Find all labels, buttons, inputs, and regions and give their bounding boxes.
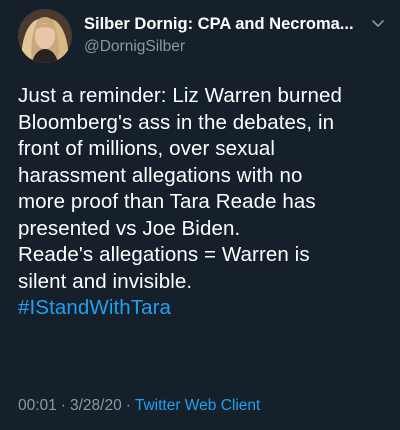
author-display-name[interactable]: Silber Dornig: CPA and Necroma... [84,14,364,34]
tweet-text-line: silent and invisible. [18,269,193,293]
author-names: Silber Dornig: CPA and Necroma... @Dorni… [84,14,364,57]
tweet-text-line: Bloomberg's ass in the debates, in [18,110,335,134]
tweet-time[interactable]: 00:01 [18,397,57,414]
chevron-down-icon[interactable] [370,17,386,29]
avatar[interactable] [18,9,72,63]
tweet-date[interactable]: 3/28/20 [70,397,122,414]
tweet-metadata: 00:01 · 3/28/20 · Twitter Web Client [18,396,260,416]
tweet-client-link[interactable]: Twitter Web Client [135,397,260,414]
tweet: Silber Dornig: CPA and Necroma... @Dorni… [0,0,400,430]
separator-dot: · [125,397,131,414]
avatar-image [18,9,72,63]
tweet-text-line: Reade's allegations = Warren is [18,243,310,266]
tweet-text-line: more proof than Tara Reade has [18,190,316,213]
author-handle[interactable]: @DornigSilber [84,36,364,57]
tweet-text-line: presented vs Joe Biden. [18,216,241,240]
separator-dot: · [60,397,66,414]
tweet-text-line: harassment allegations with no [18,163,303,187]
tweet-header: Silber Dornig: CPA and Necroma... @Dorni… [18,9,386,63]
tweet-text-line: Just a reminder: Liz Warren burned [18,84,342,107]
hashtag-link[interactable]: #IStandWithTara [18,295,390,322]
tweet-text-line: front of millions, over sexual [18,137,276,160]
tweet-text: Just a reminder: Liz Warren burned Bloom… [18,83,390,322]
